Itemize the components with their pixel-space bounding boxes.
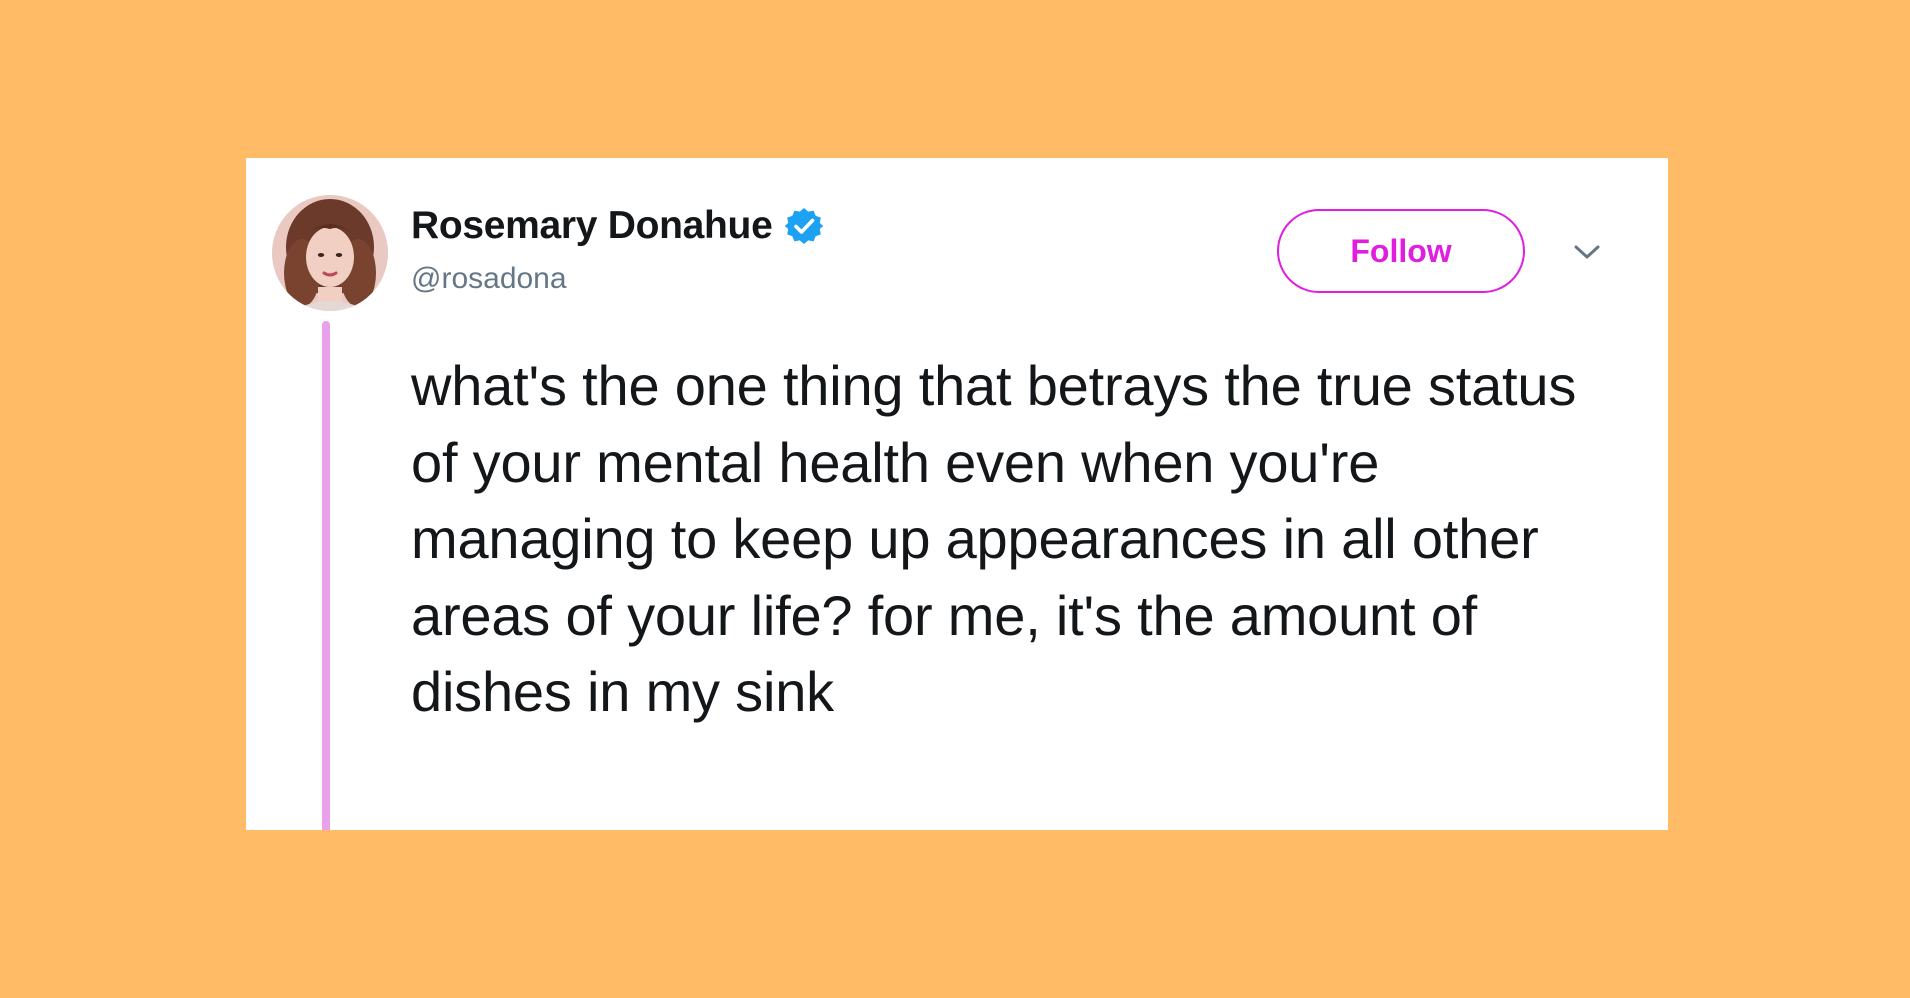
avatar-photo [272, 195, 388, 311]
author-display-name[interactable]: Rosemary Donahue [411, 204, 773, 248]
author-handle[interactable]: @rosadona [411, 262, 567, 296]
thread-line [322, 321, 330, 830]
author-name-row: Rosemary Donahue [411, 203, 824, 249]
chevron-down-icon[interactable] [1572, 240, 1602, 264]
tweet-card: Rosemary Donahue @rosadona Follow what's… [246, 158, 1668, 830]
verified-badge-icon [784, 206, 824, 246]
tweet-text: what's the one thing that betrays the tr… [411, 354, 1577, 723]
avatar[interactable] [272, 195, 388, 311]
follow-button[interactable]: Follow [1277, 209, 1525, 293]
